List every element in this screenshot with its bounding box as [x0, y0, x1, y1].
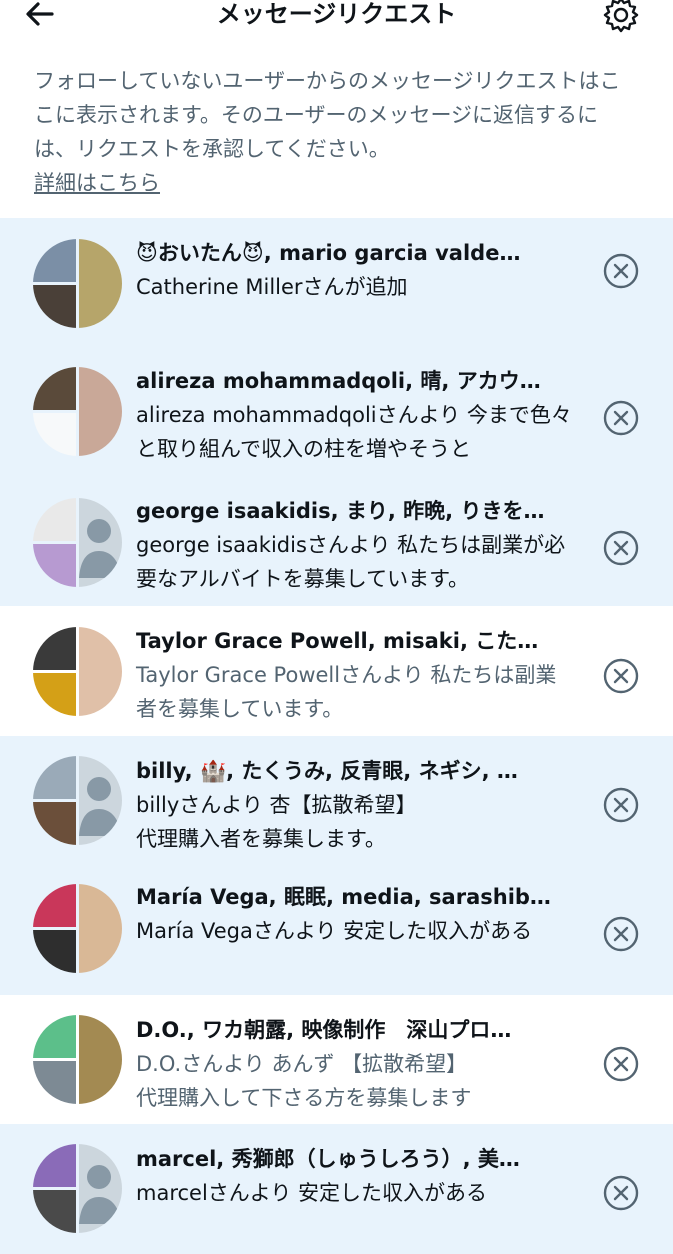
learn-more-link[interactable]: 詳細はこちら: [34, 171, 160, 195]
dismiss-button[interactable]: [602, 1045, 640, 1083]
close-circle-icon: [603, 1046, 639, 1082]
default-avatar-icon: [79, 519, 122, 578]
participant-names: george isaakidis, まり, 昨晩, りきを…: [136, 499, 545, 523]
message-preview: alireza mohammadqoliさんより 今まで色々と取り組んで収入の柱…: [136, 403, 572, 461]
close-circle-icon: [603, 916, 639, 952]
dismiss-button[interactable]: [602, 915, 640, 953]
request-item[interactable]: george isaakidis, まり, 昨晩, りきを… george is…: [0, 478, 673, 606]
message-preview: D.O.さんより あんず 【拡散希望】 代理購入して下さる方を募集します: [136, 1052, 472, 1110]
request-item[interactable]: alireza mohammadqoli, 晴, アカウ… alireza mo…: [0, 348, 673, 478]
close-circle-icon: [603, 658, 639, 694]
request-item[interactable]: 😈おいたん😈, mario garcia valde… Catherine Mi…: [0, 218, 673, 348]
request-list: 😈おいたん😈, mario garcia valde… Catherine Mi…: [0, 218, 673, 1254]
close-circle-icon: [603, 530, 639, 566]
message-preview: María Vegaさんより 安定した収入がある: [136, 919, 533, 943]
message-preview: Catherine Millerさんが追加: [136, 275, 408, 299]
request-text: D.O., ワカ朝露, 映像制作 深山プロ… D.O.さんより あんず 【拡散希…: [136, 1015, 576, 1115]
gear-icon: [603, 0, 639, 33]
participant-names: alireza mohammadqoli, 晴, アカウ…: [136, 369, 541, 393]
participant-names: D.O., ワカ朝露, 映像制作 深山プロ…: [136, 1018, 512, 1042]
request-text: 😈おいたん😈, mario garcia valde… Catherine Mi…: [136, 238, 576, 304]
intro-description: フォローしていないユーザーからのメッセージリクエストはここに表示されます。そのユ…: [34, 69, 621, 161]
close-circle-icon: [603, 1175, 639, 1211]
participant-names: María Vega, 眠眠, media, sarashib…: [136, 885, 551, 909]
request-item[interactable]: Taylor Grace Powell, misaki, こた… Taylor …: [0, 606, 673, 736]
message-preview: Taylor Grace Powellさんより 私たちは副業者を募集しています。: [136, 663, 557, 721]
request-text: María Vega, 眠眠, media, sarashib… María V…: [136, 882, 576, 948]
group-avatar: [33, 239, 122, 328]
request-item[interactable]: marcel, 秀獅郎（しゅうしろう）, 美… marcelさんより 安定した収…: [0, 1124, 673, 1254]
request-text: george isaakidis, まり, 昨晩, りきを… george is…: [136, 496, 576, 596]
message-preview: billyさんより 杏【拡散希望】 代理購入者を募集します。: [136, 793, 417, 851]
dismiss-button[interactable]: [602, 529, 640, 567]
request-text: marcel, 秀獅郎（しゅうしろう）, 美… marcelさんより 安定した収…: [136, 1144, 576, 1210]
group-avatar: [33, 498, 122, 587]
default-avatar-icon: [79, 777, 122, 836]
message-preview: marcelさんより 安定した収入がある: [136, 1181, 488, 1205]
request-item[interactable]: María Vega, 眠眠, media, sarashib… María V…: [0, 864, 673, 995]
header: メッセージリクエスト: [0, 0, 673, 40]
request-item[interactable]: billy, 🏰, たくうみ, 反青眼, ネギシ, … billyさんより 杏【…: [0, 736, 673, 864]
default-avatar-icon: [79, 1165, 122, 1224]
group-avatar: [33, 884, 122, 973]
request-text: billy, 🏰, たくうみ, 反青眼, ネギシ, … billyさんより 杏【…: [136, 756, 576, 856]
group-avatar: [33, 627, 122, 716]
dismiss-button[interactable]: [602, 786, 640, 824]
dismiss-button[interactable]: [602, 399, 640, 437]
participant-names: Taylor Grace Powell, misaki, こた…: [136, 629, 539, 653]
settings-button[interactable]: [601, 0, 641, 34]
close-circle-icon: [603, 253, 639, 289]
page-title: メッセージリクエスト: [216, 0, 457, 28]
request-text: Taylor Grace Powell, misaki, こた… Taylor …: [136, 626, 576, 726]
intro-text: フォローしていないユーザーからのメッセージリクエストはここに表示されます。そのユ…: [34, 64, 634, 200]
group-avatar: [33, 756, 122, 845]
dismiss-button[interactable]: [602, 252, 640, 290]
request-item[interactable]: D.O., ワカ朝露, 映像制作 深山プロ… D.O.さんより あんず 【拡散希…: [0, 995, 673, 1124]
dismiss-button[interactable]: [602, 1174, 640, 1212]
group-avatar: [33, 1144, 122, 1233]
participant-names: marcel, 秀獅郎（しゅうしろう）, 美…: [136, 1147, 520, 1171]
close-circle-icon: [603, 400, 639, 436]
group-avatar: [33, 367, 122, 456]
request-text: alireza mohammadqoli, 晴, アカウ… alireza mo…: [136, 366, 576, 466]
close-circle-icon: [603, 787, 639, 823]
message-preview: george isaakidisさんより 私たちは副業が必要なアルバイトを募集し…: [136, 533, 566, 591]
dismiss-button[interactable]: [602, 657, 640, 695]
participant-names: billy, 🏰, たくうみ, 反青眼, ネギシ, …: [136, 759, 518, 783]
group-avatar: [33, 1015, 122, 1104]
participant-names: 😈おいたん😈, mario garcia valde…: [136, 241, 521, 265]
